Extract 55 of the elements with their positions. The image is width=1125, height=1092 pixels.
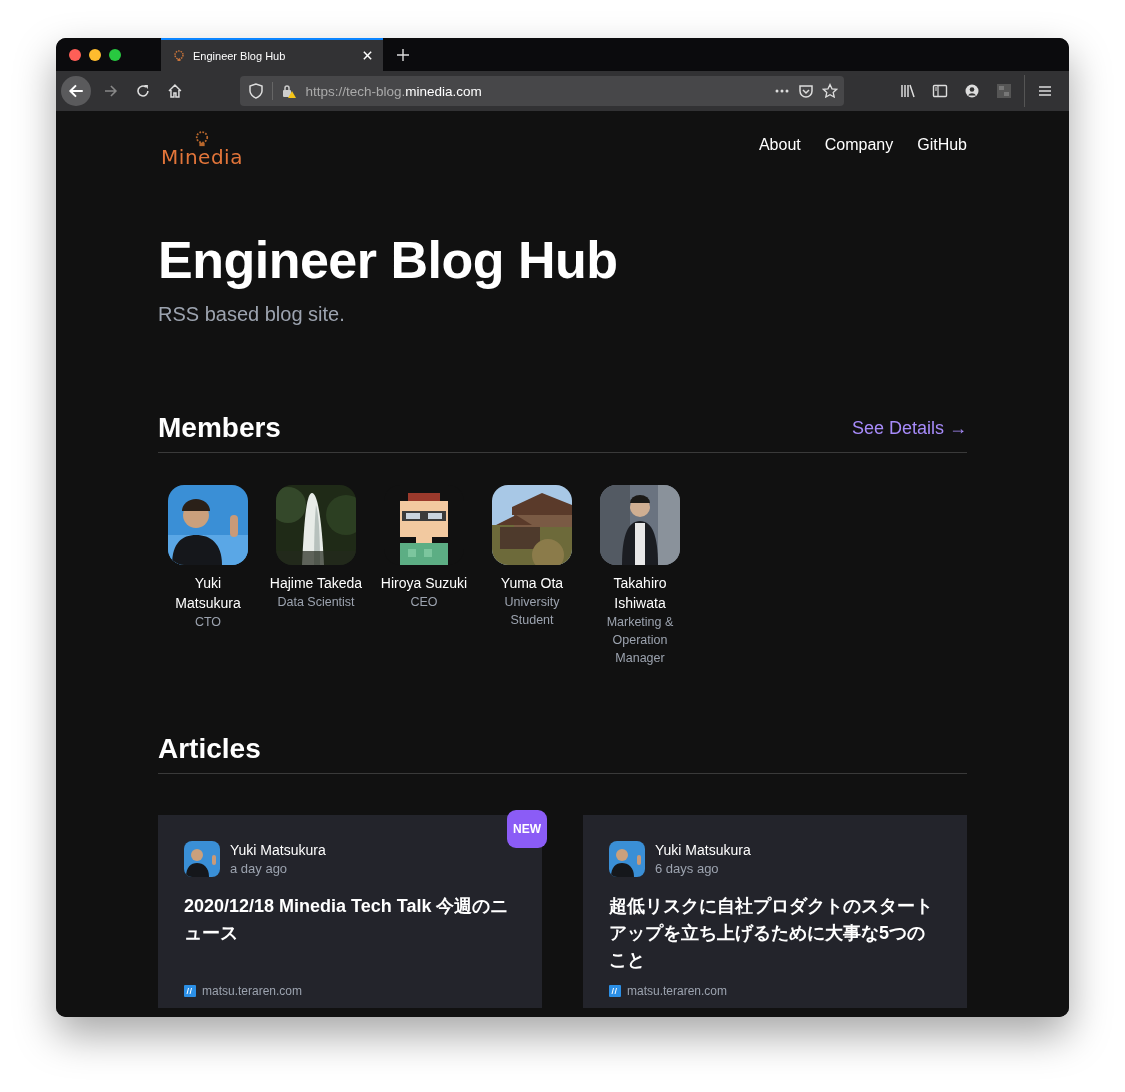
member-role: CEO	[410, 594, 438, 612]
minimize-window-icon[interactable]	[89, 48, 101, 61]
shield-icon[interactable]	[248, 83, 265, 99]
member-role: Data Scientist	[277, 594, 355, 612]
article-card[interactable]: Yuki Matsukura 6 days ago 超低リスクに自社プロダクトのスタートアップを立ち上げるために大事な5つのこと matsu.teraren.com	[583, 815, 967, 1009]
library-icon[interactable]	[900, 83, 916, 99]
close-window-icon[interactable]	[69, 48, 81, 61]
extension-icon[interactable]	[996, 83, 1012, 99]
author-name: Yuki Matsukura	[655, 842, 751, 859]
member-name: Hajime Takeda	[269, 574, 363, 594]
new-tab-icon[interactable]	[396, 47, 410, 62]
author-name: Yuki Matsukura	[230, 842, 326, 859]
source-domain[interactable]: matsu.teraren.com	[202, 984, 303, 999]
logo[interactable]: Minedia	[162, 131, 242, 169]
star-icon[interactable]	[822, 83, 838, 99]
lock-warning-icon[interactable]	[281, 83, 298, 99]
forward-icon[interactable]	[102, 83, 119, 99]
account-icon[interactable]	[964, 83, 980, 99]
nav-link[interactable]: Company	[824, 136, 894, 154]
lightbulb-icon	[173, 49, 185, 62]
zoom-window-icon[interactable]	[109, 48, 121, 61]
lightbulb-icon	[195, 131, 209, 149]
pocket-icon[interactable]	[798, 83, 814, 99]
nav-link[interactable]: About	[758, 136, 801, 154]
member-role: University Student	[503, 594, 561, 630]
member-name: Takahiro Ishiwata	[612, 574, 668, 614]
see-details-link[interactable]: See Details →	[851, 417, 967, 439]
site-icon	[184, 985, 196, 998]
menu-icon[interactable]	[1037, 83, 1053, 99]
close-tab-icon[interactable]	[362, 50, 373, 61]
nav-link[interactable]: GitHub	[917, 136, 967, 154]
member-role: Marketing & Operation Manager	[605, 614, 675, 668]
site-subtitle: RSS based blog site.	[158, 303, 346, 327]
post-time: 6 days ago	[655, 861, 720, 877]
article-title[interactable]: 2020/12/18 Minedia Tech Talk 今週のニュース	[184, 893, 516, 948]
address-bar[interactable]: https://tech-blog.minedia.com	[240, 76, 844, 106]
new-badge: NEW	[507, 810, 547, 849]
member-name: Hiroya Suzuki	[379, 574, 469, 594]
article-title[interactable]: 超低リスクに自社プロダクトのスタートアップを立ち上げるために大事な5つのこと	[609, 893, 941, 975]
sidebar-icon[interactable]	[932, 83, 948, 99]
site-title: Engineer Blog Hub	[158, 230, 619, 291]
source-domain[interactable]: matsu.teraren.com	[627, 984, 728, 999]
section-heading: Members	[158, 412, 281, 445]
member-role: CTO	[194, 614, 222, 632]
browser-tab[interactable]: Engineer Blog Hub	[161, 38, 383, 71]
url-text: https://tech-blog.minedia.com	[305, 83, 483, 99]
home-icon[interactable]	[166, 83, 183, 99]
section-heading: Articles	[158, 733, 261, 766]
reload-icon[interactable]	[134, 83, 151, 99]
back-button[interactable]	[61, 76, 91, 106]
site-icon	[609, 985, 621, 998]
post-time: a day ago	[230, 861, 289, 877]
member-name: Yuki Matsukura	[174, 574, 242, 614]
back-arrow-icon[interactable]	[66, 82, 85, 100]
member-name: Yuma Ota	[499, 574, 565, 594]
